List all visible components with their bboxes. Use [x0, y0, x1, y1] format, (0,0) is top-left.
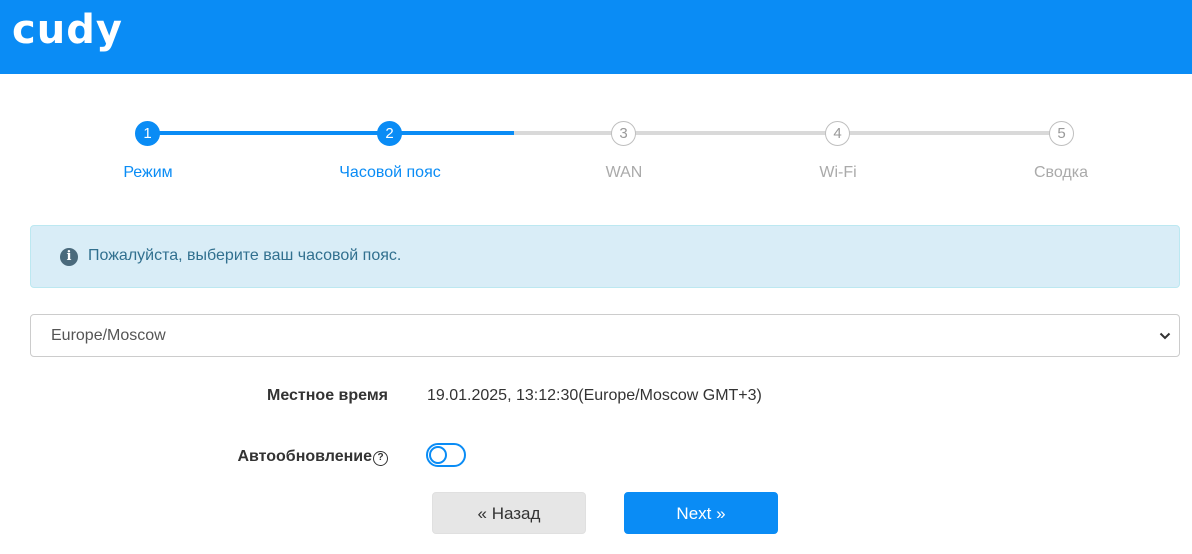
step-2-circle: 2 [377, 121, 402, 146]
back-button[interactable]: « Назад [432, 492, 586, 534]
info-icon: i [60, 248, 78, 266]
step-2-label: Часовой пояс [339, 164, 441, 181]
step-1-circle: 1 [135, 121, 160, 146]
local-time-label: Местное время [267, 387, 388, 404]
step-5-circle: 5 [1049, 121, 1074, 146]
auto-update-label: Автообновление? [237, 448, 388, 466]
step-3-circle: 3 [611, 121, 636, 146]
timezone-select-value: Europe/Moscow [51, 327, 166, 344]
local-time-value: 19.01.2025, 13:12:30(Europe/Moscow GMT+3… [427, 387, 762, 404]
step-3-label: WAN [605, 164, 643, 181]
step-5-label: Сводка [1033, 164, 1088, 181]
chevron-down-icon [1159, 332, 1171, 340]
auto-update-toggle[interactable] [426, 443, 466, 467]
question-circle-icon[interactable]: ? [373, 451, 388, 466]
cudy-logo[interactable]: cudy [12, 6, 123, 54]
info-alert: i Пожалуйста, выберите ваш часовой пояс. [30, 225, 1180, 288]
progress-line-4-5 [838, 131, 1062, 135]
progress-line-3-4 [624, 131, 838, 135]
toggle-knob [429, 446, 447, 464]
timezone-select[interactable]: Europe/Moscow [30, 314, 1180, 357]
next-button[interactable]: Next » [624, 492, 778, 534]
progress-line-2-3 [514, 131, 624, 135]
alert-text: Пожалуйста, выберите ваш часовой пояс. [88, 247, 402, 264]
step-4-circle: 4 [825, 121, 850, 146]
progress-line-2-3-done [390, 131, 514, 135]
progress-line-1-2 [148, 131, 390, 135]
step-1-label: Режим [123, 164, 173, 181]
step-4-label: Wi-Fi [819, 164, 857, 181]
auto-update-label-text: Автообновление [237, 448, 372, 465]
wizard-progress: 1 2 3 4 5 Режим Часовой пояс WAN Wi-Fi С… [0, 118, 1192, 198]
header-bar: cudy [0, 0, 1192, 74]
